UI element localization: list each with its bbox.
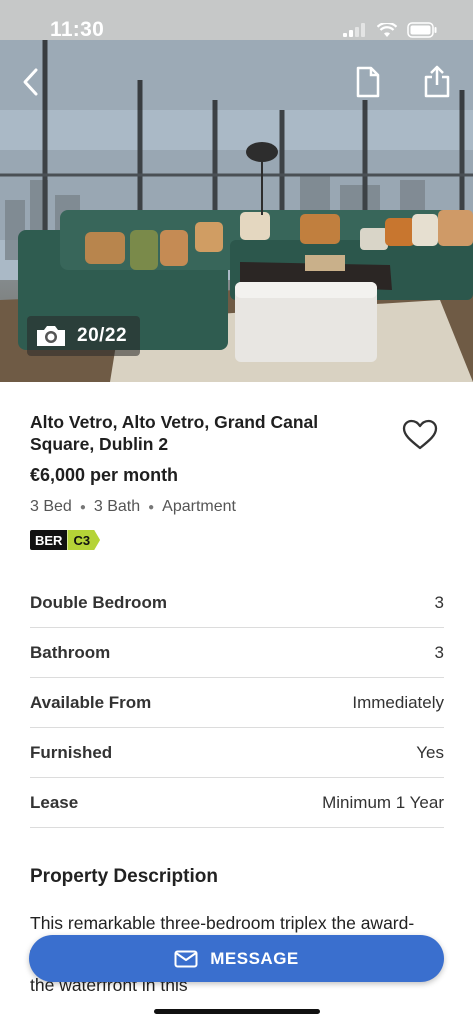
baths-count: 3 Bath (93, 498, 141, 515)
fact-label: Furnished (30, 742, 113, 762)
photo-toolbar (0, 62, 473, 102)
fact-label: Double Bedroom (30, 592, 167, 612)
ber-badge: BER C3 (30, 530, 444, 550)
favorite-button[interactable] (400, 417, 440, 453)
fact-label: Bathroom (30, 642, 111, 662)
message-button[interactable]: MESSAGE (29, 935, 444, 982)
fact-label: Available From (30, 692, 152, 712)
property-photo[interactable]: 11:30 20/22 (0, 0, 473, 382)
fact-row-lease: Lease Minimum 1 Year (30, 778, 444, 828)
cellular-signal-icon (343, 23, 365, 37)
fact-label: Lease (30, 792, 79, 812)
message-button-label: MESSAGE (210, 948, 299, 968)
back-button[interactable] (14, 64, 46, 100)
fact-value: Minimum 1 Year (322, 792, 444, 812)
separator-dot: ● (148, 501, 155, 513)
listing-address: Alto Vetro, Alto Vetro, Grand Canal Squa… (30, 412, 319, 454)
fact-value: 3 (434, 592, 444, 612)
photo-counter-text: 20/22 (77, 325, 128, 346)
status-bar: 11:30 (0, 0, 473, 60)
battery-icon (407, 22, 437, 38)
home-indicator[interactable] (154, 1009, 320, 1014)
share-icon (424, 65, 450, 98)
listing-meta: 3 Bed ● 3 Bath ● Apartment (30, 498, 444, 516)
status-time: 11:30 (50, 18, 105, 41)
fact-row-available-from: Available From Immediately (30, 678, 444, 728)
brochure-button[interactable] (352, 64, 384, 100)
description-heading: Property Description (30, 866, 218, 887)
envelope-icon (174, 950, 198, 967)
ber-rating: C3 (67, 530, 101, 550)
heart-icon (402, 419, 438, 450)
fact-value: Immediately (352, 692, 444, 712)
fact-row-furnished: Furnished Yes (30, 728, 444, 778)
photo-counter[interactable]: 20/22 (27, 316, 140, 356)
property-type: Apartment (162, 498, 236, 515)
chevron-left-icon (23, 68, 38, 96)
ber-label: BER (30, 530, 68, 550)
separator-dot: ● (79, 501, 86, 513)
fact-row-bathroom: Bathroom 3 (30, 628, 444, 678)
status-icons (343, 22, 437, 38)
fact-row-double-bedroom: Double Bedroom 3 (30, 578, 444, 628)
fact-value: Yes (416, 742, 444, 762)
wifi-icon (377, 22, 397, 37)
camera-icon (37, 326, 65, 346)
listing-summary: Alto Vetro, Alto Vetro, Grand Canal Squa… (30, 411, 444, 550)
listing-price: €6,000 per month (30, 465, 179, 485)
beds-count: 3 Bed (30, 498, 72, 515)
fact-value: 3 (434, 642, 444, 662)
share-button[interactable] (420, 62, 454, 100)
document-icon (356, 66, 380, 98)
property-facts: Double Bedroom 3 Bathroom 3 Available Fr… (30, 578, 444, 828)
